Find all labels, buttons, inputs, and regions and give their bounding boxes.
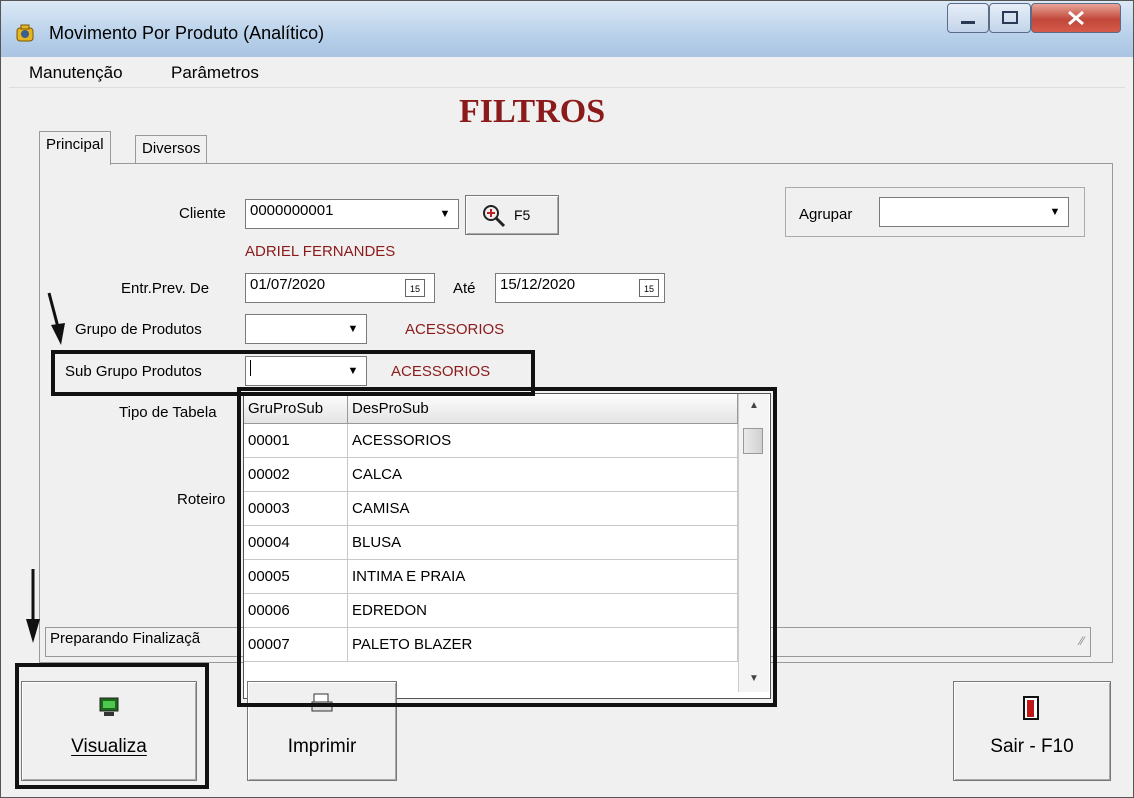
sair-button[interactable]: Sair - F10: [953, 681, 1111, 781]
grupo-dropdown-arrow[interactable]: ▼: [343, 317, 363, 341]
title-bar: Movimento Por Produto (Analítico): [1, 1, 1133, 57]
agrupar-dropdown-arrow[interactable]: ▼: [1045, 200, 1065, 224]
app-icon: [16, 24, 34, 42]
main-window: Movimento Por Produto (Analítico) Manute…: [0, 0, 1134, 798]
annotation-arrow-icon: [47, 292, 65, 345]
menu-parametros[interactable]: Parâmetros: [171, 63, 259, 83]
zoom-search-icon: [483, 205, 506, 228]
cliente-combobox[interactable]: 0000000001: [245, 199, 459, 229]
highlight-visualiza: [15, 663, 209, 789]
imprimir-label: Imprimir: [287, 736, 357, 757]
cliente-dropdown-arrow[interactable]: ▼: [435, 202, 455, 226]
calendar-icon[interactable]: 15: [639, 279, 659, 297]
maximize-icon: [1002, 11, 1018, 24]
page-heading: FILTROS: [459, 93, 606, 130]
cliente-label: Cliente: [179, 205, 226, 222]
search-client-button[interactable]: F5: [465, 195, 559, 235]
window-title: Movimento Por Produto (Analítico): [49, 23, 325, 43]
tab-diversos[interactable]: Diversos: [135, 135, 208, 163]
calendar-icon[interactable]: 15: [405, 279, 425, 297]
exit-door-icon: [1023, 696, 1039, 720]
sair-label: Sair - F10: [990, 736, 1074, 757]
grupo-produtos-label: Grupo de Produtos: [75, 321, 202, 338]
close-icon: [1068, 10, 1084, 26]
roteiro-label: Roteiro: [177, 491, 226, 508]
maximize-button[interactable]: [989, 3, 1031, 33]
cliente-name: ADRIEL FERNANDES: [245, 243, 396, 260]
highlight-dropdown: [237, 387, 777, 707]
resize-grip-icon: ⁄⁄: [1079, 634, 1084, 648]
ate-value: 15/12/2020: [500, 276, 576, 293]
tipo-tabela-label: Tipo de Tabela: [119, 404, 217, 421]
ate-label: Até: [453, 280, 476, 297]
annotation-arrow-icon: [26, 569, 40, 643]
search-button-label: F5: [514, 207, 531, 223]
agrupar-combobox[interactable]: [879, 197, 1069, 227]
tab-principal[interactable]: Principal: [39, 131, 111, 165]
minimize-button[interactable]: [947, 3, 989, 33]
entr-prev-de-value: 01/07/2020: [250, 276, 326, 293]
grupo-produtos-desc: ACESSORIOS: [405, 321, 505, 338]
status-text: Preparando Finalizaçã: [50, 630, 201, 647]
entr-prev-label: Entr.Prev. De: [121, 280, 210, 297]
agrupar-label: Agrupar: [799, 206, 853, 223]
menu-manutencao[interactable]: Manutenção: [29, 63, 123, 83]
menu-bar: Manutenção Parâmetros: [9, 57, 1125, 88]
close-button[interactable]: [1031, 3, 1121, 33]
minimize-icon: [961, 21, 975, 24]
cliente-value: 0000000001: [250, 202, 334, 219]
